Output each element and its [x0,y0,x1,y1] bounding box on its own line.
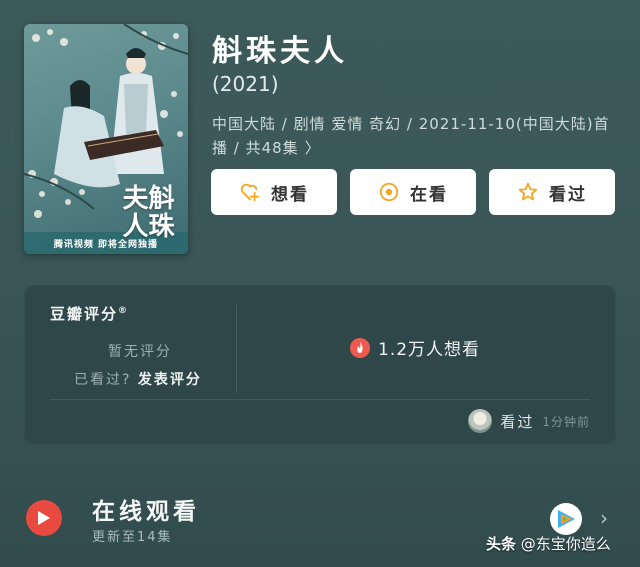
watcher-status: 看过 [500,412,535,431]
watermark: 头条 @东宝你造么 [486,533,611,554]
watching-button[interactable]: 在看 [350,169,476,215]
meta-info[interactable]: 中国大陆 / 剧情 爱情 奇幻 / 2021-11-10(中国大陆)首播 / 共… [212,112,622,160]
action-buttons: 想看 在看 看过 [211,169,615,215]
watched-button[interactable]: 看过 [489,169,615,215]
play-icon [38,511,50,525]
want-to-watch-button[interactable]: 想看 [211,169,337,215]
poster[interactable]: 斛珠夫人 腾讯视频 即将全网独播 [24,24,188,254]
watermark-handle: @东宝你造么 [520,535,611,553]
no-rating-text: 暂无评分 [108,344,172,360]
page-title: 斛珠夫人 [212,34,348,69]
watch-online-title[interactable]: 在线观看 [92,492,200,526]
rating-label: 豆瓣评分® [50,305,130,323]
watcher-time: 1分钟前 [542,414,590,429]
horizontal-divider [50,399,590,400]
rate-link[interactable]: 发表评分 [138,372,202,388]
chevron-right-icon: 〉 [304,139,321,157]
heart-plus-icon [240,183,260,202]
want-count[interactable]: 1.2万人想看 [350,335,480,360]
release-year: (2021) [212,72,279,96]
want-to-watch-label: 想看 [271,184,309,205]
recent-watcher[interactable]: 看过 1分钟前 [468,409,590,433]
rate-prompt-text: 已看过? [74,372,132,388]
meta-text: 中国大陆 / 剧情 爱情 奇幻 / 2021-11-10(中国大陆)首播 / 共… [212,115,610,157]
watching-label: 在看 [410,184,448,205]
play-button[interactable] [26,500,62,536]
rating-card: 豆瓣评分® 暂无评分 已看过? 发表评分 1.2万人想看 看过 1分钟前 [24,285,616,445]
tencent-video-icon[interactable] [550,503,582,535]
star-icon [518,182,538,201]
vertical-divider [236,305,237,393]
poster-tagline: 腾讯视频 即将全网独播 [53,240,159,250]
watch-online-subtitle: 更新至14集 [92,530,173,545]
registered-mark: ® [118,306,130,316]
watermark-source: 头条 [486,535,517,553]
chevron-right-icon[interactable]: › [600,506,608,530]
rate-prompt: 已看过? 发表评分 [74,369,202,389]
watched-label: 看过 [549,184,587,205]
want-count-text: 1.2万人想看 [378,340,481,360]
fire-icon [350,337,370,358]
target-icon [379,182,399,202]
avatar [468,409,493,433]
